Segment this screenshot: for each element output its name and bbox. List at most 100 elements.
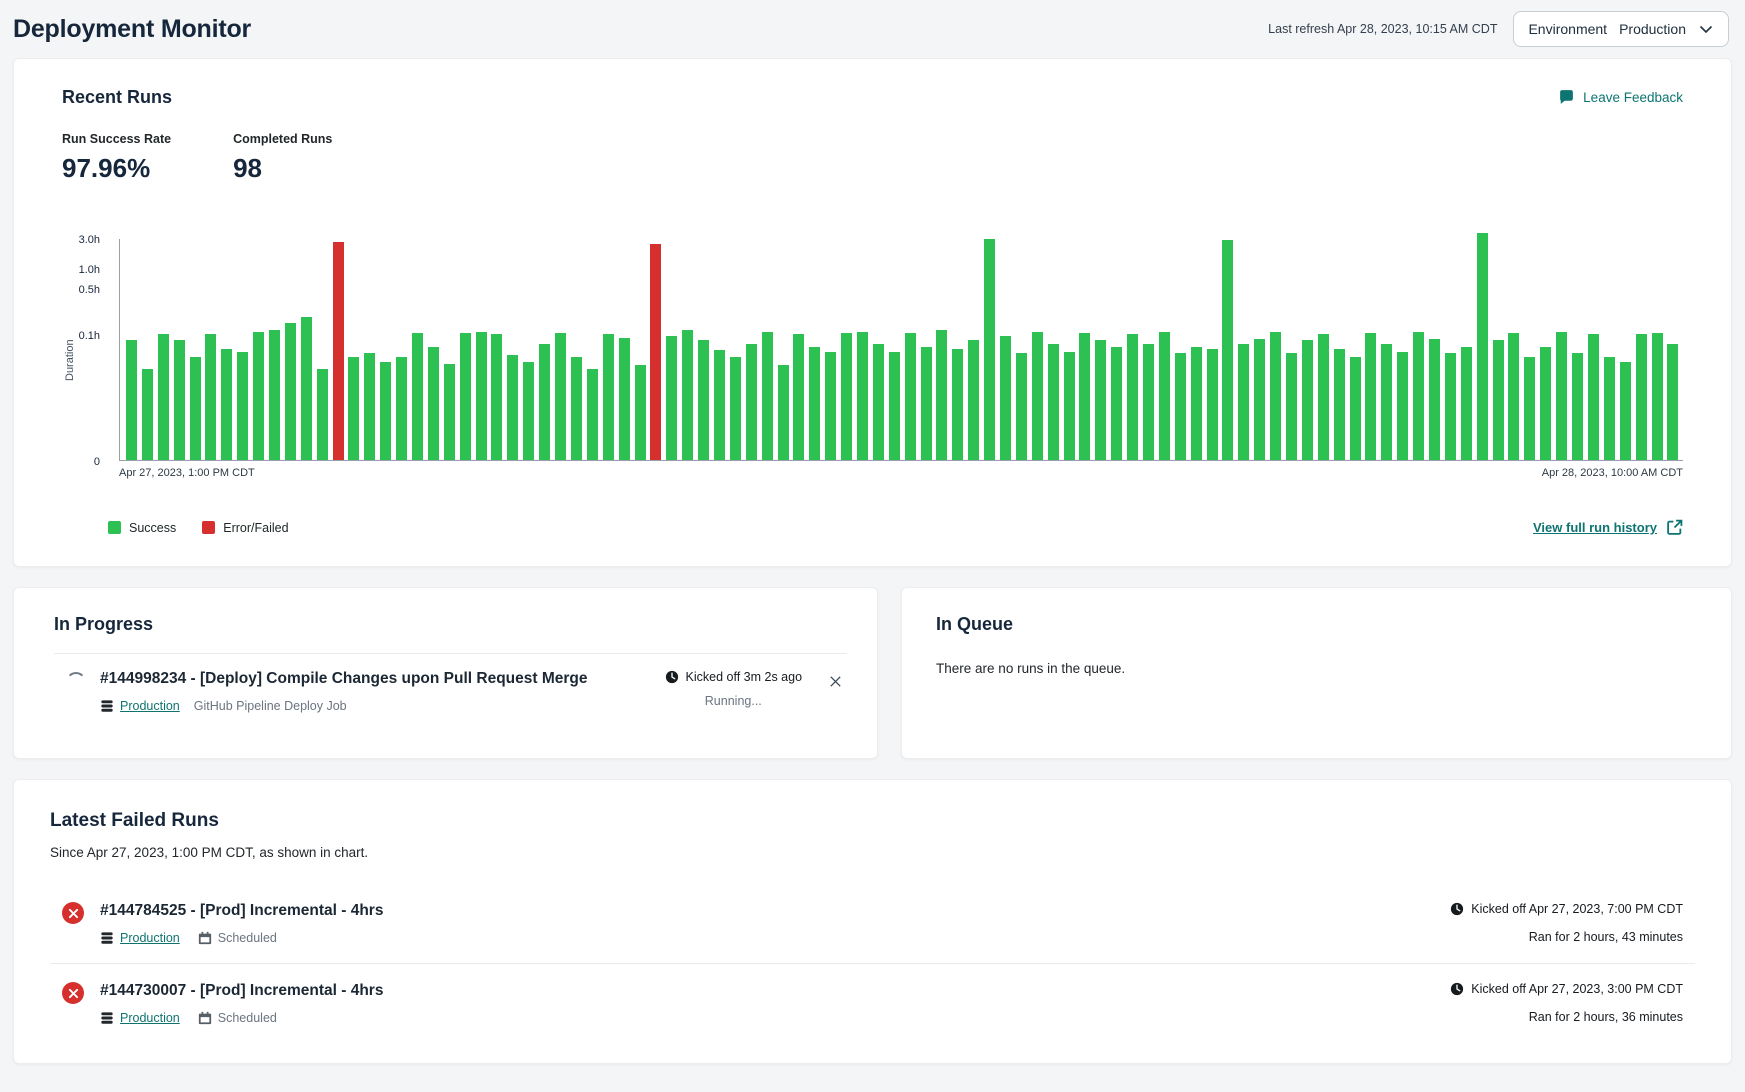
chart-bar-success[interactable]: [968, 340, 979, 460]
chart-bar-success[interactable]: [1508, 333, 1519, 460]
chart-bar-success[interactable]: [555, 333, 566, 460]
chart-bar-success[interactable]: [809, 347, 820, 460]
chart-bar-failed[interactable]: [333, 242, 344, 460]
chart-bar-success[interactable]: [1636, 334, 1647, 460]
chart-bar-success[interactable]: [1048, 344, 1059, 460]
environment-link[interactable]: Production: [120, 931, 180, 945]
chart-bar-success[interactable]: [1620, 362, 1631, 460]
chart-bar-success[interactable]: [1572, 353, 1583, 460]
chart-bar-success[interactable]: [1000, 336, 1011, 460]
chart-bar-success[interactable]: [635, 365, 646, 460]
chart-bar-success[interactable]: [476, 332, 487, 460]
chart-bar-success[interactable]: [1493, 340, 1504, 460]
chart-bar-success[interactable]: [587, 369, 598, 460]
chart-bar-success[interactable]: [444, 364, 455, 460]
chart-bar-success[interactable]: [1143, 344, 1154, 460]
chart-bar-success[interactable]: [682, 330, 693, 460]
chart-bar-success[interactable]: [396, 357, 407, 460]
chart-bar-success[interactable]: [158, 334, 169, 460]
chart-bar-success[interactable]: [412, 333, 423, 460]
chart-bar-success[interactable]: [1350, 357, 1361, 460]
leave-feedback-link[interactable]: Leave Feedback: [1558, 89, 1683, 106]
chart-bar-success[interactable]: [190, 357, 201, 460]
environment-select[interactable]: Environment Production: [1513, 11, 1729, 47]
chart-bar-success[interactable]: [1159, 332, 1170, 460]
chart-bar-success[interactable]: [491, 334, 502, 460]
chart-bar-success[interactable]: [793, 334, 804, 460]
chart-bar-success[interactable]: [1175, 353, 1186, 460]
chart-bar-success[interactable]: [1429, 339, 1440, 460]
chart-bar-success[interactable]: [174, 340, 185, 460]
chart-bar-success[interactable]: [936, 330, 947, 460]
chart-bar-failed[interactable]: [650, 244, 661, 460]
chart-bar-success[interactable]: [205, 334, 216, 460]
chart-bar-success[interactable]: [1334, 349, 1345, 460]
chart-bar-success[interactable]: [730, 357, 741, 460]
chart-bar-success[interactable]: [1556, 332, 1567, 460]
environment-link[interactable]: Production: [120, 1011, 180, 1025]
chart-bar-success[interactable]: [285, 323, 296, 460]
chart-bar-success[interactable]: [1207, 349, 1218, 460]
chart-bar-success[interactable]: [1286, 353, 1297, 460]
chart-bar-success[interactable]: [1540, 347, 1551, 460]
chart-bar-success[interactable]: [905, 333, 916, 460]
chart-bar-success[interactable]: [778, 365, 789, 460]
view-full-run-history-link[interactable]: View full run history: [1533, 519, 1683, 536]
chart-bar-success[interactable]: [269, 330, 280, 460]
chart-bar-success[interactable]: [921, 347, 932, 460]
chart-bar-success[interactable]: [253, 332, 264, 460]
chart-bar-success[interactable]: [1191, 347, 1202, 460]
chart-bar-success[interactable]: [1095, 340, 1106, 460]
chart-bar-success[interactable]: [460, 333, 471, 460]
chart-bar-success[interactable]: [237, 352, 248, 460]
chart-bar-success[interactable]: [1445, 353, 1456, 460]
chart-bar-success[interactable]: [317, 369, 328, 460]
chart-bar-success[interactable]: [348, 357, 359, 460]
chart-bar-success[interactable]: [619, 338, 630, 460]
chart-bar-success[interactable]: [364, 353, 375, 460]
cancel-run-button[interactable]: [826, 672, 845, 691]
chart-bar-success[interactable]: [698, 340, 709, 460]
chart-bar-success[interactable]: [603, 334, 614, 460]
chart-bar-success[interactable]: [571, 357, 582, 460]
chart-bar-success[interactable]: [1318, 334, 1329, 460]
chart-bar-success[interactable]: [1127, 334, 1138, 460]
chart-bar-success[interactable]: [380, 362, 391, 460]
chart-bar-success[interactable]: [1604, 357, 1615, 460]
chart-bar-success[interactable]: [1477, 233, 1488, 460]
chart-bar-success[interactable]: [1397, 352, 1408, 460]
chart-bar-success[interactable]: [1238, 344, 1249, 460]
chart-bar-success[interactable]: [714, 350, 725, 460]
chart-bar-success[interactable]: [142, 369, 153, 460]
chart-bar-success[interactable]: [523, 362, 534, 460]
chart-bar-success[interactable]: [762, 332, 773, 460]
chart-bar-success[interactable]: [301, 317, 312, 460]
chart-bar-success[interactable]: [1652, 333, 1663, 460]
chart-bar-success[interactable]: [1302, 340, 1313, 460]
chart-bar-success[interactable]: [1381, 344, 1392, 460]
chart-bar-success[interactable]: [507, 355, 518, 460]
chart-bar-success[interactable]: [873, 344, 884, 460]
chart-bar-success[interactable]: [126, 340, 137, 460]
chart-bar-success[interactable]: [1032, 332, 1043, 460]
chart-bar-success[interactable]: [984, 239, 995, 460]
chart-bar-success[interactable]: [952, 349, 963, 460]
chart-bar-success[interactable]: [1667, 344, 1678, 460]
chart-bar-success[interactable]: [1111, 347, 1122, 460]
chart-bar-success[interactable]: [1222, 240, 1233, 460]
chart-bar-success[interactable]: [1461, 347, 1472, 460]
chart-bar-success[interactable]: [1254, 339, 1265, 460]
chart-bar-success[interactable]: [841, 333, 852, 460]
chart-bar-success[interactable]: [1524, 357, 1535, 460]
chart-bar-success[interactable]: [666, 336, 677, 460]
chart-bar-success[interactable]: [1270, 332, 1281, 460]
chart-bar-success[interactable]: [825, 352, 836, 460]
chart-bar-success[interactable]: [1413, 332, 1424, 460]
chart-bar-success[interactable]: [1588, 334, 1599, 460]
chart-bar-success[interactable]: [1365, 333, 1376, 460]
chart-bar-success[interactable]: [1079, 333, 1090, 460]
chart-bar-success[interactable]: [428, 347, 439, 460]
chart-bar-success[interactable]: [1064, 352, 1075, 460]
chart-bar-success[interactable]: [857, 332, 868, 460]
chart-bar-success[interactable]: [539, 344, 550, 460]
